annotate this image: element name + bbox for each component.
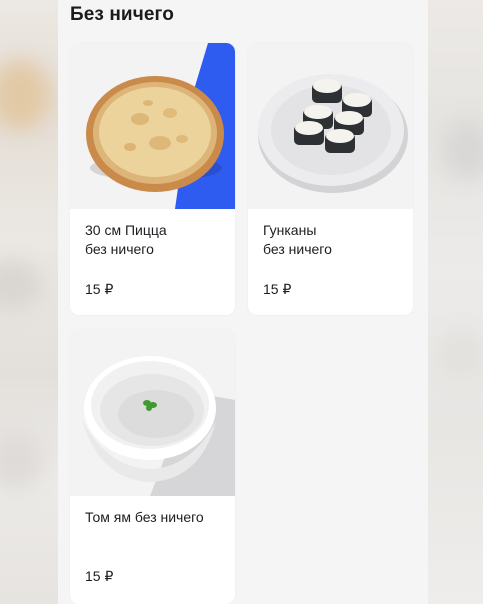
product-price: 15 ₽ (85, 281, 114, 297)
blurred-left-margin (0, 0, 58, 604)
menu-screen: Без ничего 30 см Пицца без ничего 15 ₽ Г… (58, 0, 428, 604)
sushi-plate-image (248, 43, 413, 209)
product-name: Гунканы без ничего (263, 222, 332, 257)
blurred-right-margin (428, 0, 483, 604)
soup-bowl-image (70, 330, 235, 496)
product-name: Том ям без ничего (85, 509, 204, 525)
product-price: 15 ₽ (263, 281, 292, 297)
product-price: 15 ₽ (85, 568, 114, 584)
product-card-tom-yum[interactable]: Том ям без ничего 15 ₽ (70, 330, 235, 604)
product-name: 30 см Пицца без ничего (85, 222, 167, 257)
section-title: Без ничего (70, 4, 174, 25)
product-card-gunkan[interactable]: Гунканы без ничего 15 ₽ (248, 43, 413, 315)
product-card-pizza[interactable]: 30 см Пицца без ничего 15 ₽ (70, 43, 235, 315)
pizza-image (70, 43, 235, 209)
